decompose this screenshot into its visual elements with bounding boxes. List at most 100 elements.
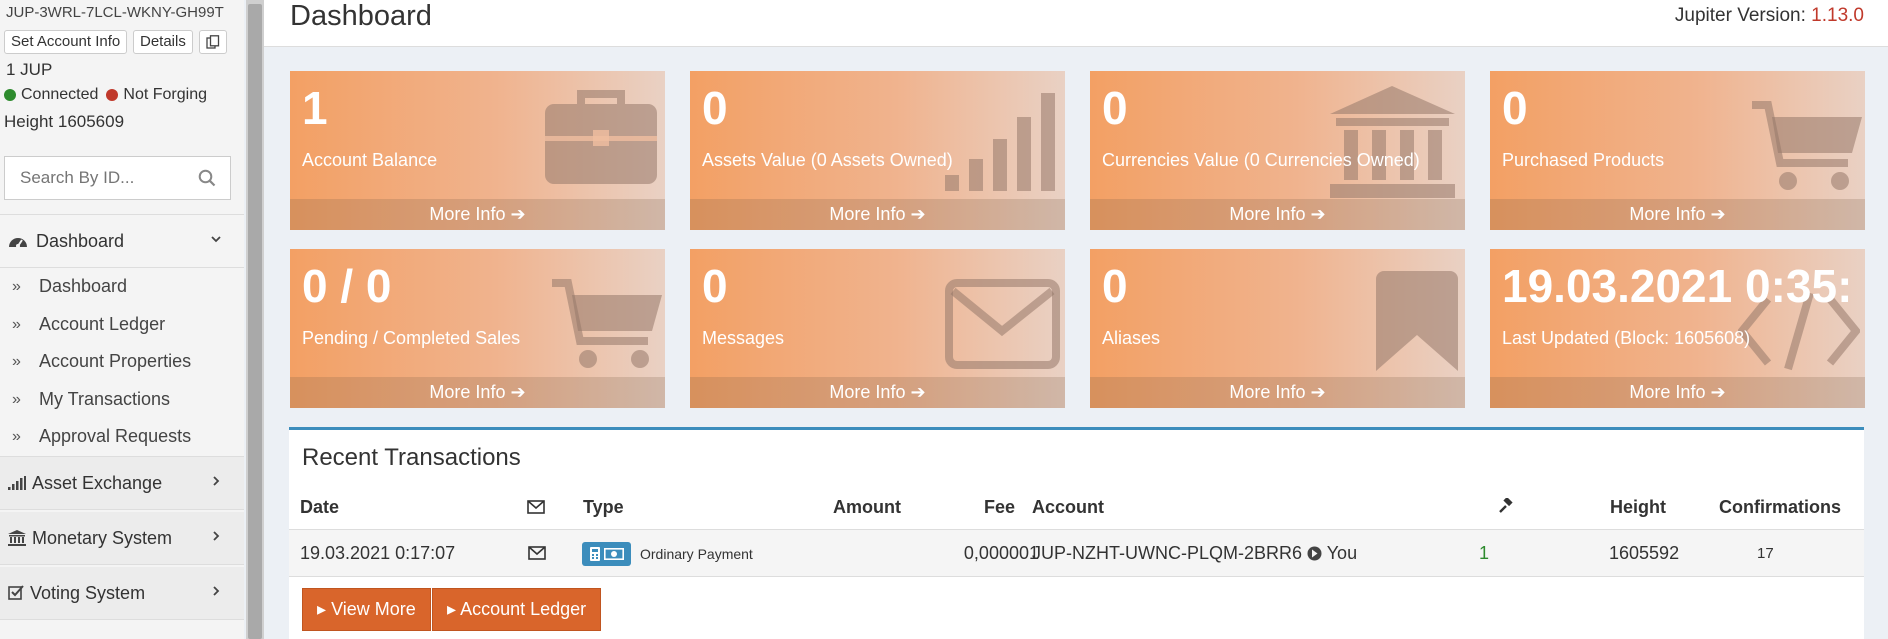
briefcase-icon	[545, 90, 657, 184]
more-info-link[interactable]: More Info ➔	[1490, 377, 1865, 408]
arrow-circle-right-icon: ➔	[1310, 204, 1326, 224]
search-icon[interactable]	[198, 169, 216, 187]
angle-double-right-icon: »	[12, 277, 21, 295]
money-icon	[604, 548, 624, 560]
sidebar-subitem-account-properties[interactable]: » Account Properties	[0, 343, 244, 380]
arrow-circle-right-icon: ➔	[510, 204, 526, 224]
sidebar-item-monetary-system[interactable]: Monetary System	[0, 512, 244, 564]
sidebar-item-asset-exchange[interactable]: Asset Exchange	[0, 457, 244, 509]
tile-assets-value: 0 Assets Value (0 Assets Owned) More Inf…	[690, 71, 1065, 230]
gavel-icon	[1499, 498, 1513, 513]
tile-value: 0 / 0	[302, 260, 392, 312]
calculator-icon	[590, 547, 600, 561]
recent-transactions-title: Recent Transactions	[302, 444, 521, 471]
version-info: Jupiter Version: 1.13.0	[1675, 5, 1864, 27]
search-box	[4, 156, 231, 200]
view-more-button[interactable]: ▸ View More	[302, 588, 431, 631]
arrow-circle-right-icon: ➔	[910, 204, 926, 224]
tile-value: 0	[702, 82, 728, 134]
copy-icon	[206, 35, 220, 49]
chevron-down-icon	[211, 236, 221, 243]
tile-label: Currencies Value (0 Currencies Owned)	[1102, 150, 1420, 170]
sidebar-item-dashboard[interactable]: Dashboard	[0, 215, 244, 267]
sidebar-subitem-label: Approval Requests	[39, 426, 192, 446]
more-info-link[interactable]: More Info ➔	[1090, 199, 1465, 230]
sidebar-subitem-dashboard[interactable]: » Dashboard	[0, 268, 244, 305]
cell-account[interactable]: JUP-NZHT-UWNC-PLQM-2BRR6 You	[1032, 543, 1357, 564]
tile-label: Assets Value (0 Assets Owned)	[702, 150, 953, 170]
arrow-circle-right-icon: ➔	[510, 382, 526, 402]
sidebar-subitem-my-transactions[interactable]: » My Transactions	[0, 381, 244, 418]
cell-fee: 0,000001	[963, 543, 1039, 563]
sidebar-subitem-approval-requests[interactable]: » Approval Requests	[0, 418, 244, 455]
tile-value: 19.03.2021 0:35:	[1502, 260, 1853, 312]
angle-double-right-icon: »	[12, 390, 21, 408]
chevron-right-icon	[213, 531, 220, 541]
arrow-circle-right-icon: ➔	[1710, 204, 1726, 224]
envelope-icon[interactable]	[528, 546, 546, 560]
account-link[interactable]: JUP-NZHT-UWNC-PLQM-2BRR6	[1032, 543, 1302, 563]
sidebar-subitem-label: Account Ledger	[39, 314, 166, 334]
arrow-circle-right-icon	[1307, 546, 1322, 561]
version-label: Jupiter Version:	[1674, 5, 1806, 26]
connected-status-icon	[4, 89, 16, 101]
angle-double-right-icon: »	[12, 427, 21, 445]
more-info-link[interactable]: More Info ➔	[1090, 377, 1465, 408]
more-info-link[interactable]: More Info ➔	[690, 199, 1065, 230]
caret-right-icon: ▸	[447, 599, 457, 619]
tile-currencies-value: 0 Currencies Value (0 Currencies Owned) …	[1090, 71, 1465, 230]
account-ledger-button[interactable]: ▸ Account Ledger	[432, 588, 602, 631]
cell-date: 19.03.2021 0:17:07	[300, 543, 456, 563]
more-info-link[interactable]: More Info ➔	[1490, 199, 1865, 230]
shopping-cart-icon	[1752, 101, 1862, 190]
sidebar: JUP-3WRL-7LCL-WKNY-GH99T Set Account Inf…	[0, 0, 244, 639]
connected-label: Connected	[21, 86, 99, 103]
block-height: Height 1605609	[4, 112, 125, 131]
column-header-fee: Fee	[984, 497, 1016, 517]
table-row[interactable]: 19.03.2021 0:17:07 Ordinary Payment 1 0,…	[289, 529, 1864, 577]
page-title: Dashboard	[290, 0, 432, 32]
column-header-confirmations: Confirmations	[1719, 497, 1842, 517]
tile-value: 1	[302, 82, 328, 134]
sidebar-subitem-label: Dashboard	[39, 276, 128, 296]
more-info-link[interactable]: More Info ➔	[690, 377, 1065, 408]
recent-transactions-panel: Recent Transactions Date Type Amount Fee…	[289, 427, 1864, 639]
scrollbar-thumb[interactable]	[248, 4, 262, 639]
tile-value: 0	[1502, 82, 1528, 134]
tile-value: 0	[1102, 260, 1128, 312]
sidebar-subitem-account-ledger[interactable]: » Account Ledger	[0, 306, 244, 343]
signal-bars-icon	[945, 93, 1055, 191]
tile-last-updated: 19.03.2021 0:35: Last Updated (Block: 16…	[1490, 249, 1865, 408]
details-button[interactable]: Details	[133, 30, 193, 54]
tile-label: Messages	[702, 328, 785, 348]
column-header-amount: Amount	[833, 497, 901, 517]
account-balance: 1 JUP	[6, 60, 53, 79]
arrow-circle-right-icon: ➔	[910, 382, 926, 402]
bookmark-icon	[1376, 271, 1458, 371]
sidebar-subitem-label: Account Properties	[39, 351, 192, 371]
tile-label: Pending / Completed Sales	[302, 328, 521, 348]
arrow-circle-right-icon: ➔	[1310, 382, 1326, 402]
chevron-right-icon	[213, 476, 220, 486]
copy-button[interactable]	[199, 30, 227, 54]
tile-account-balance: 1 Account Balance More Info ➔	[290, 71, 665, 230]
cell-confirmations: 17	[1757, 545, 1774, 562]
tile-value: 0	[1102, 82, 1128, 134]
search-input[interactable]	[5, 157, 185, 199]
more-info-link[interactable]: More Info ➔	[290, 199, 665, 230]
set-account-info-button[interactable]: Set Account Info	[4, 30, 128, 54]
payment-type-badge	[582, 542, 631, 566]
header: Dashboard Jupiter Version: 1.13.0	[264, 0, 1888, 47]
version-number: 1.13.0	[1811, 5, 1864, 26]
bank-icon	[8, 530, 26, 546]
tile-pending-completed-sales: 0 / 0 Pending / Completed Sales More Inf…	[290, 249, 665, 408]
envelope-icon	[945, 279, 1060, 369]
sidebar-item-voting-system[interactable]: Voting System	[0, 567, 244, 619]
column-header-date: Date	[300, 497, 340, 517]
checkbox-icon	[8, 585, 24, 600]
more-info-link[interactable]: More Info ➔	[290, 377, 665, 408]
sidebar-item-label: Monetary System	[32, 527, 173, 548]
column-header-height: Height	[1610, 497, 1666, 517]
bank-icon	[1330, 86, 1455, 198]
sidebar-scrollbar[interactable]	[246, 0, 264, 639]
